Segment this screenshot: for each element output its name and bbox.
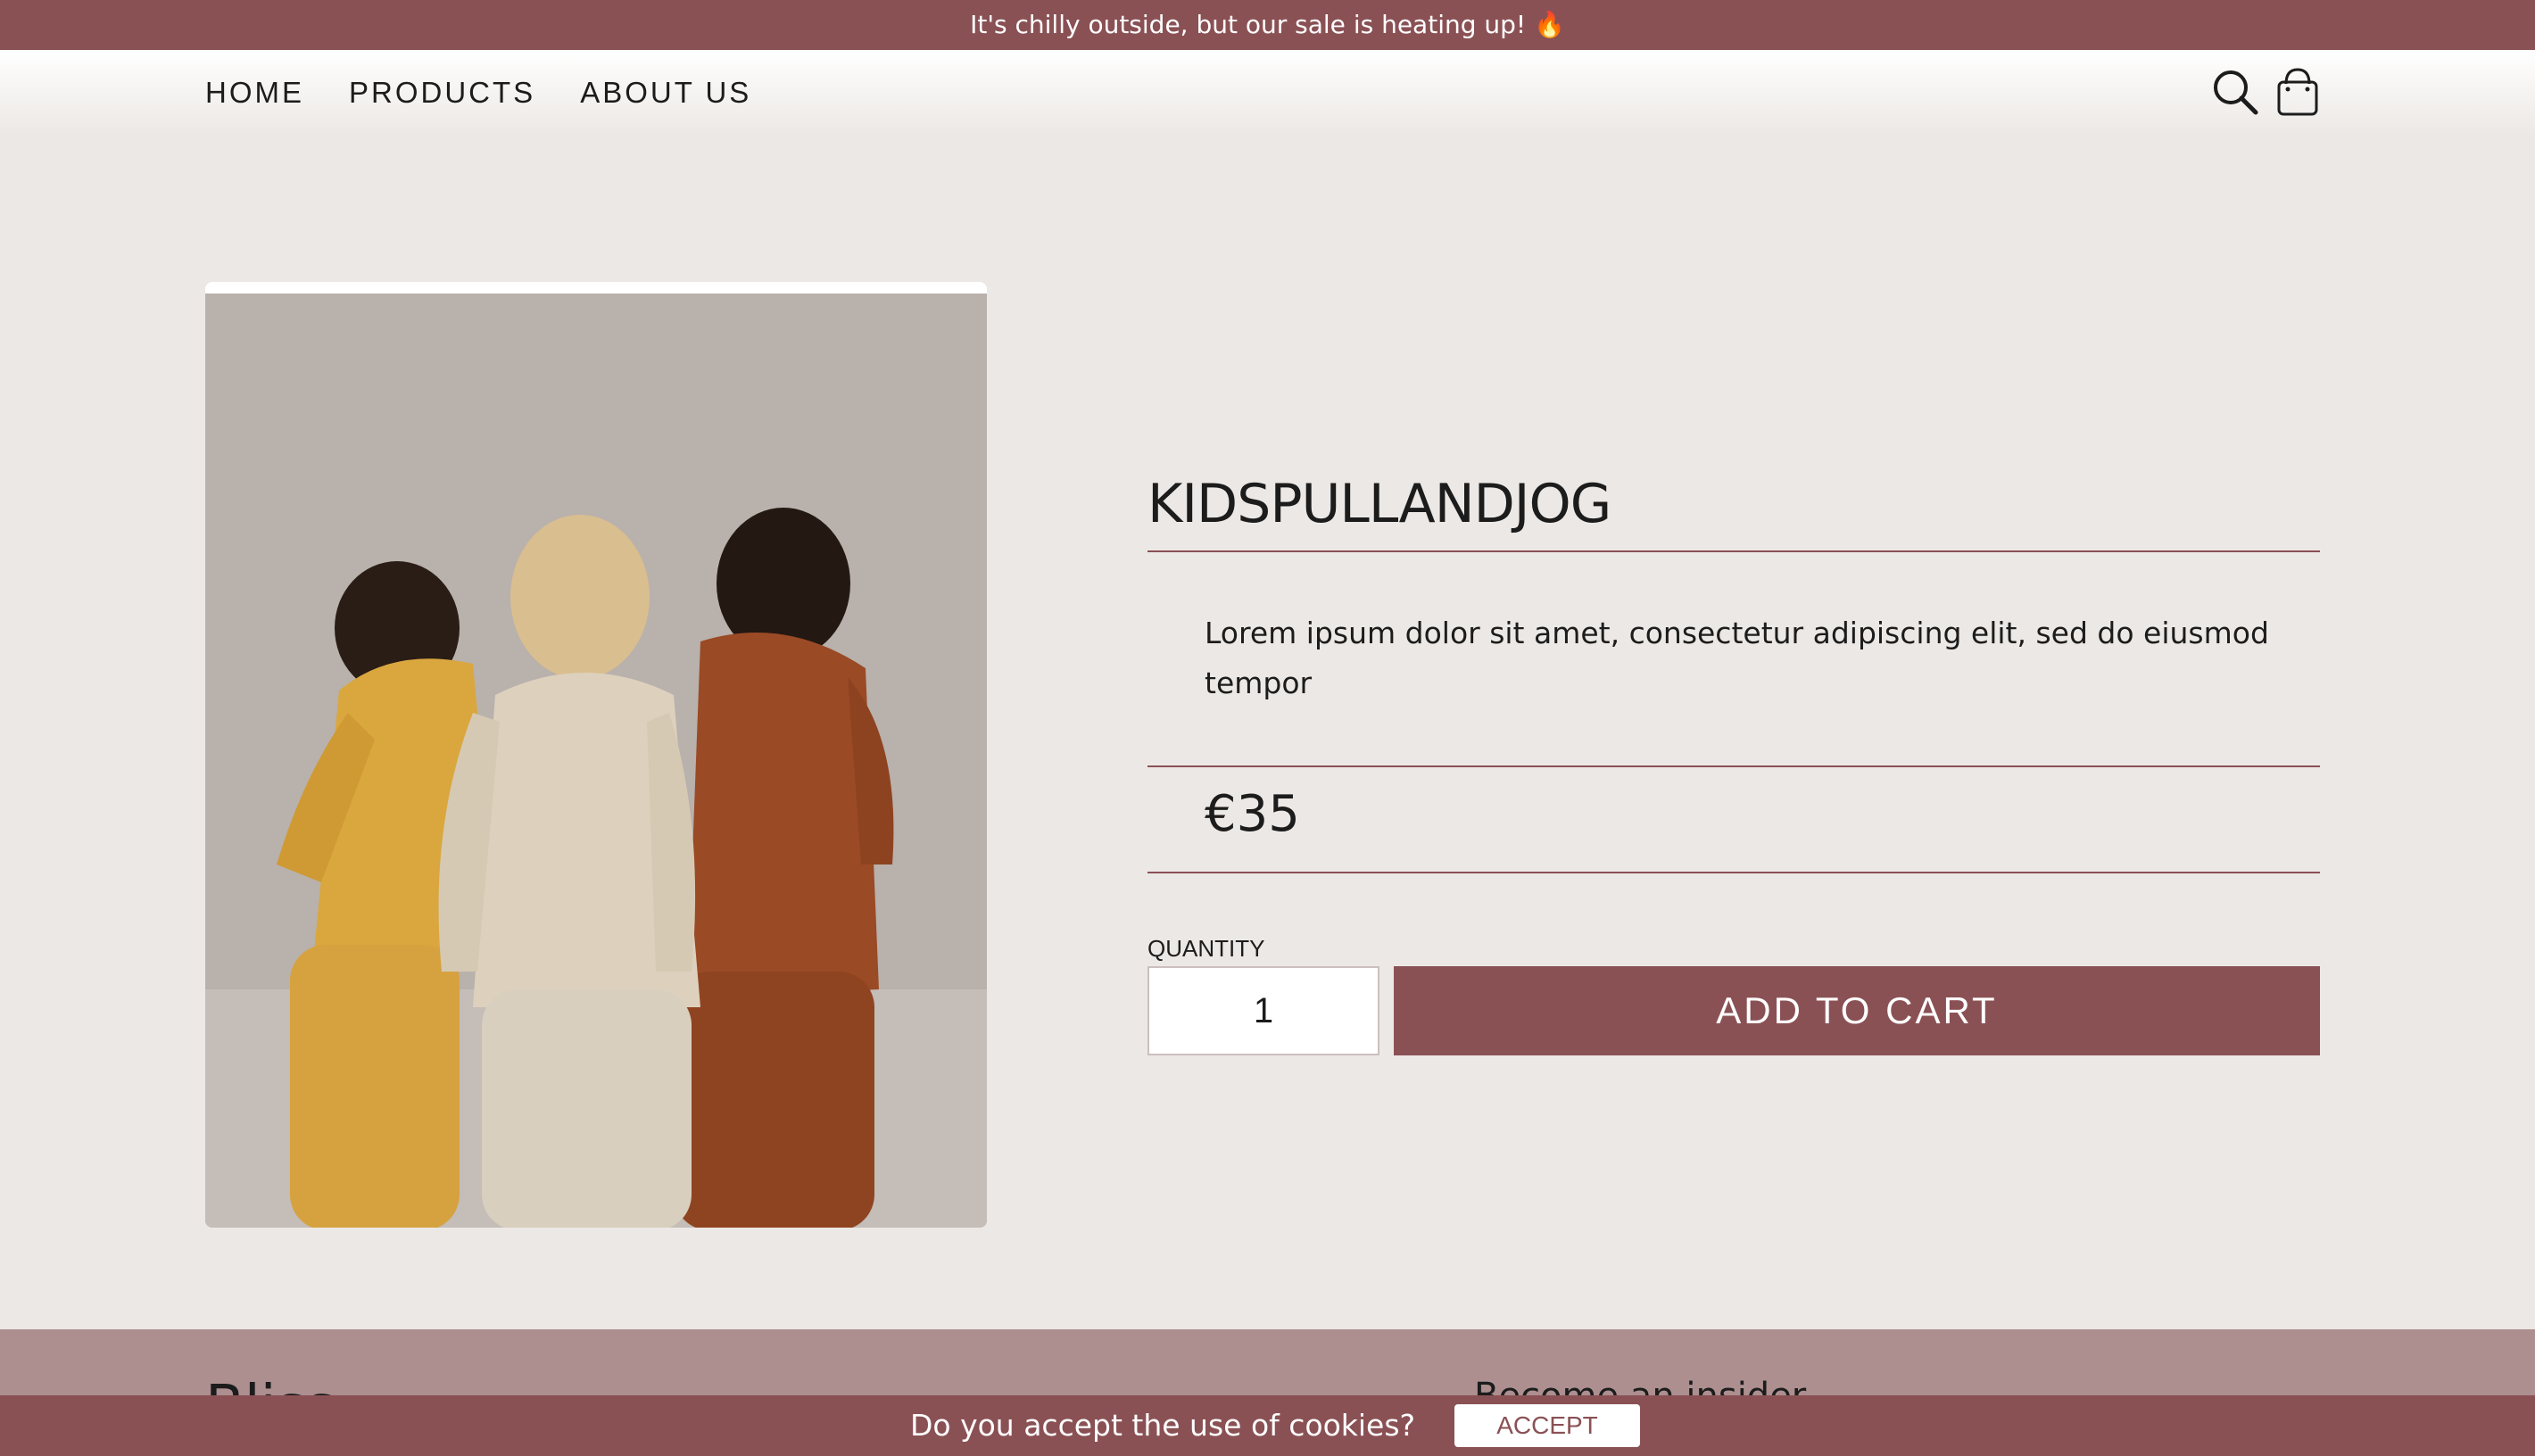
product-image bbox=[205, 282, 987, 1228]
main-nav: HOME PRODUCTS ABOUT US bbox=[205, 75, 751, 111]
product-description: Lorem ipsum dolor sit amet, consectetur … bbox=[1205, 616, 2269, 700]
flame-icon: 🔥 bbox=[1534, 10, 1565, 39]
cookie-accept-button[interactable]: ACCEPT bbox=[1454, 1404, 1640, 1447]
cookie-banner: Do you accept the use of cookies? ACCEPT bbox=[0, 1395, 2535, 1456]
nav-products[interactable]: PRODUCTS bbox=[349, 75, 535, 111]
title-divider bbox=[1147, 550, 2320, 552]
announcement-bar: It's chilly outside, but our sale is hea… bbox=[0, 0, 2535, 50]
product-price: €35 bbox=[1205, 785, 1300, 843]
search-icon[interactable] bbox=[2211, 64, 2259, 118]
nav-home[interactable]: HOME bbox=[205, 75, 304, 111]
quantity-input[interactable] bbox=[1147, 966, 1379, 1055]
shopping-bag-icon[interactable] bbox=[2274, 64, 2322, 118]
nav-about-us[interactable]: ABOUT US bbox=[580, 75, 751, 111]
price-divider bbox=[1147, 872, 2320, 873]
add-to-cart-button[interactable]: ADD TO CART bbox=[1394, 966, 2320, 1055]
product-title: KIDSPULLANDJOG bbox=[1147, 473, 1611, 535]
cookie-message: Do you accept the use of cookies? bbox=[910, 1408, 1416, 1443]
description-divider bbox=[1147, 765, 2320, 767]
quantity-label: QUANTITY bbox=[1147, 935, 1265, 962]
announcement-text: It's chilly outside, but our sale is hea… bbox=[970, 10, 1527, 39]
site-header: HOME PRODUCTS ABOUT US bbox=[0, 50, 2535, 136]
